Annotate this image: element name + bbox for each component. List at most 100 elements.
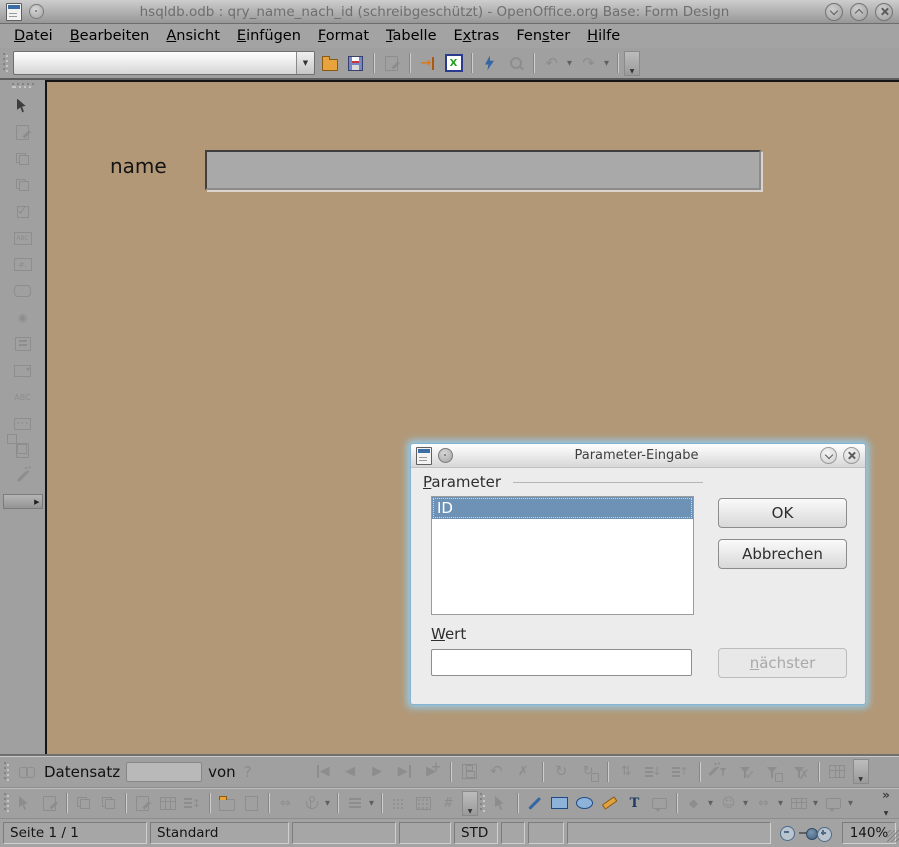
maximize-button[interactable] [850, 3, 868, 21]
sort-button[interactable] [615, 760, 638, 783]
cancel-button[interactable]: Abbrechen [718, 539, 847, 569]
load-url-input[interactable] [14, 52, 296, 74]
sort-descending-button[interactable] [669, 760, 692, 783]
display-grid-button[interactable] [387, 792, 410, 815]
next-button[interactable]: nächster [718, 648, 847, 678]
position-size-button[interactable] [274, 792, 297, 815]
zoom-slider-track[interactable] [799, 832, 814, 834]
apply-filter-button[interactable] [734, 760, 757, 783]
add-field-button[interactable] [215, 792, 238, 815]
parameter-list[interactable]: ID [431, 496, 694, 615]
block-arrows-button[interactable] [752, 792, 775, 815]
menu-datei[interactable]: Datei [6, 26, 61, 46]
toolbar-grip[interactable] [480, 793, 487, 813]
control-properties-button[interactable] [11, 148, 35, 170]
toolbar-overflow-button[interactable] [624, 51, 640, 76]
form-text-field[interactable] [205, 150, 761, 190]
menu-tabelle[interactable]: Tabelle [378, 26, 444, 46]
control-properties-button[interactable] [72, 792, 95, 815]
menu-extras[interactable]: Extras [446, 26, 508, 46]
redo-button[interactable] [577, 52, 600, 75]
toolbar-grip[interactable] [4, 762, 11, 782]
resize-grip[interactable] [887, 830, 899, 842]
last-record-button[interactable] [393, 760, 416, 783]
insert-mode-cell[interactable]: STD [454, 822, 498, 844]
delete-record-button[interactable] [512, 760, 535, 783]
find-record-button[interactable] [15, 760, 38, 783]
refresh-control-button[interactable] [577, 760, 600, 783]
menu-fenster[interactable]: Fenster [508, 26, 578, 46]
undo-data-entry-button[interactable] [485, 760, 508, 783]
list-item-selected[interactable]: ID [432, 497, 693, 519]
table-control-button[interactable] [156, 792, 179, 815]
basic-shapes-dropdown[interactable] [706, 799, 715, 807]
freeform-line-button[interactable] [598, 792, 621, 815]
data-source-as-table-button[interactable] [826, 760, 849, 783]
check-box-button[interactable] [11, 201, 35, 223]
push-button-button[interactable] [11, 280, 35, 302]
save-record-button[interactable] [458, 760, 481, 783]
toolbar-more-button[interactable] [877, 788, 895, 818]
toolbar-grip[interactable] [3, 53, 10, 73]
form-canvas[interactable]: name Parameter-Eingabe Parameter ID [45, 80, 899, 754]
basic-shapes-button[interactable] [682, 792, 705, 815]
ellipse-tool-button[interactable] [573, 792, 596, 815]
dialog-shade-button[interactable] [820, 447, 837, 464]
option-button-button[interactable] [11, 307, 35, 329]
toolbar-grip[interactable] [12, 83, 34, 90]
wert-input[interactable] [431, 649, 692, 676]
alignment-button[interactable] [343, 792, 366, 815]
open-in-design-mode-button[interactable] [240, 792, 263, 815]
redo-dropdown[interactable] [602, 59, 611, 67]
refresh-button[interactable] [550, 760, 573, 783]
find-record-button[interactable] [504, 52, 527, 75]
sort-ascending-button[interactable] [642, 760, 665, 783]
draw-select-button[interactable] [489, 792, 512, 815]
flowchart-dropdown[interactable] [811, 799, 820, 807]
callouts-dropdown[interactable] [846, 799, 855, 807]
dialog-menu-button[interactable] [438, 448, 453, 463]
callout-tool-button[interactable] [648, 792, 671, 815]
page-style-cell[interactable]: Standard [150, 822, 289, 844]
previous-record-button[interactable] [339, 760, 362, 783]
zoom-out-button[interactable] [780, 826, 795, 841]
menu-format[interactable]: Format [310, 26, 377, 46]
formatted-field-button[interactable]: #. [11, 254, 35, 276]
anchor-dropdown[interactable] [323, 799, 332, 807]
enter-data-button[interactable] [416, 52, 439, 75]
anchor-button[interactable] [299, 792, 322, 815]
form-name-label[interactable]: name [110, 154, 167, 178]
rectangle-tool-button[interactable] [548, 792, 571, 815]
form-properties-button[interactable] [97, 792, 120, 815]
form-design-button[interactable] [11, 439, 35, 461]
app-icon[interactable] [6, 3, 22, 21]
open-button[interactable] [318, 52, 341, 75]
remove-filter-button[interactable] [788, 760, 811, 783]
design-mode-button[interactable] [38, 792, 61, 815]
cancel-button[interactable]: X [442, 52, 465, 75]
close-button[interactable] [875, 3, 893, 21]
activation-order-button[interactable] [181, 792, 204, 815]
text-box-button[interactable]: ABC [11, 227, 35, 249]
block-arrows-dropdown[interactable] [776, 799, 785, 807]
ok-button[interactable]: OK [718, 498, 847, 528]
toolbar-overflow-button[interactable] [853, 759, 869, 784]
menu-ansicht[interactable]: Ansicht [158, 26, 228, 46]
undo-dropdown[interactable] [565, 59, 574, 67]
menu-bearbeiten[interactable]: Bearbeiten [62, 26, 158, 46]
alignment-dropdown[interactable] [367, 799, 376, 807]
line-tool-button[interactable] [523, 792, 546, 815]
zoom-in-button[interactable] [817, 827, 832, 842]
next-record-button[interactable] [366, 760, 389, 783]
load-url-dropdown-button[interactable] [296, 52, 314, 74]
toolbar-scroll-button[interactable] [3, 494, 43, 509]
form-navigator-button[interactable] [131, 792, 154, 815]
menu-hilfe[interactable]: Hilfe [579, 26, 628, 46]
combo-box-button[interactable] [11, 360, 35, 382]
label-field-button[interactable]: ABC [11, 386, 35, 408]
text-tool-button[interactable] [623, 792, 646, 815]
first-record-button[interactable] [312, 760, 335, 783]
menu-einfuegen[interactable]: Einfügen [229, 26, 309, 46]
dialog-close-button[interactable] [843, 447, 860, 464]
form-based-filters-button[interactable] [761, 760, 784, 783]
